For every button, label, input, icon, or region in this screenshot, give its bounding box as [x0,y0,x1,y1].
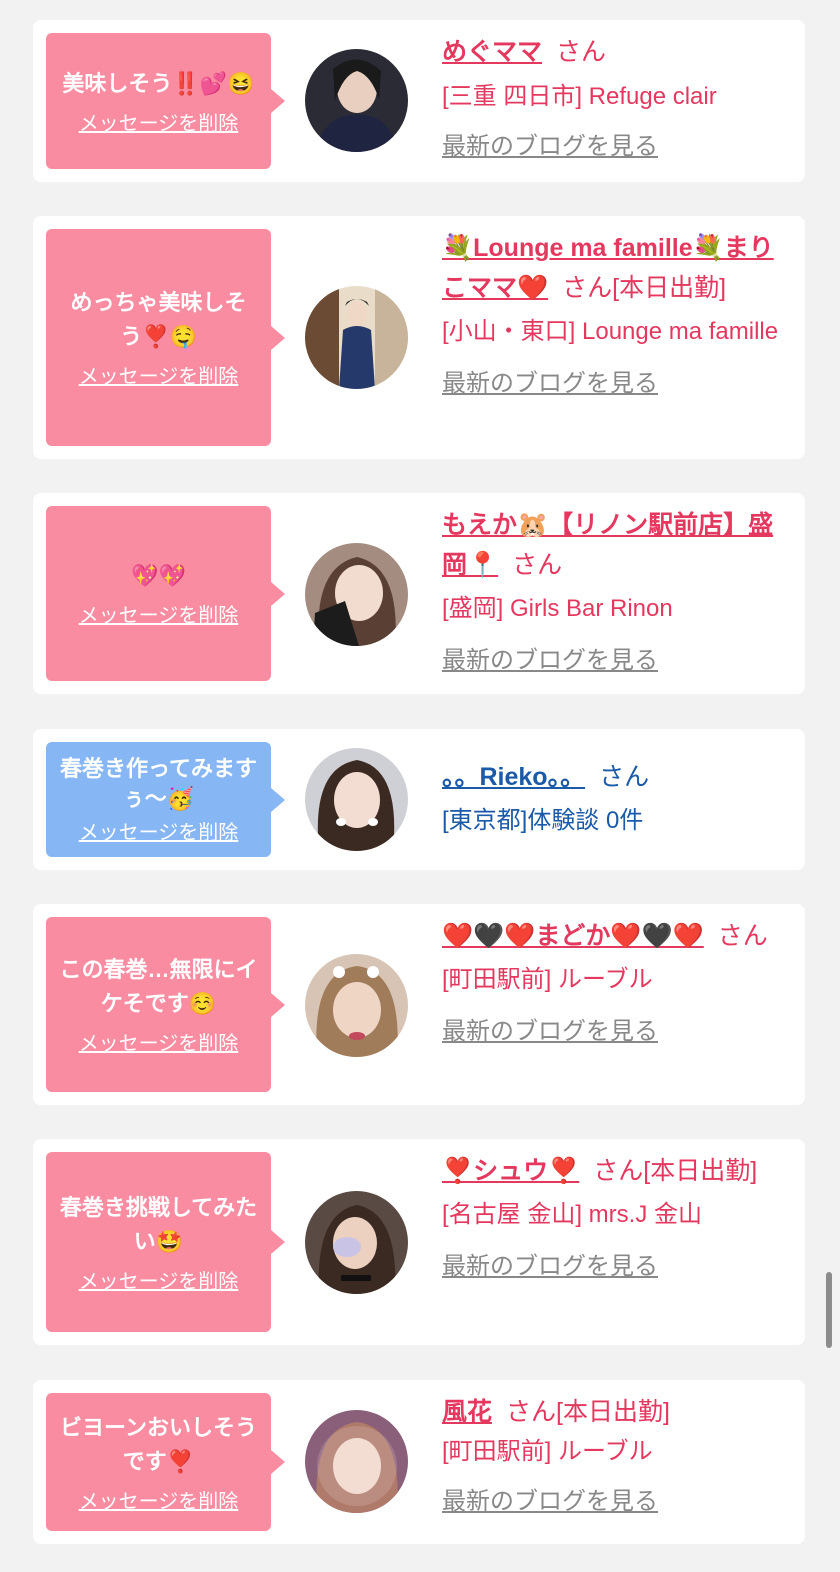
message-text: 春巻き挑戦してみたい🤩 [59,1194,258,1254]
message-card: 美味しそう‼️💕😆 メッセージを削除 めぐママ さん [三重 四日市] Refug… [33,20,805,182]
user-info: ❣️シュウ❣️ さん[本日出勤] [名古屋 金山] mrs.J 金山 最新のブログ… [442,1151,792,1285]
user-suffix: さん[本日出勤] [506,1398,670,1426]
user-suffix: さん [556,38,607,66]
shop-location: [小山・東口] Lounge ma famille [442,318,779,345]
message-card: めっちゃ美味しそう❣️🤤 メッセージを削除 💐Lounge ma famille… [33,216,805,459]
user-name-link[interactable]: ❤️🖤❤️まどか❤️🖤❤️ [442,922,704,950]
user-name-link[interactable]: もえか🐹【リノン駅前店】盛岡📍 [442,511,773,579]
message-bubble: めっちゃ美味しそう❣️🤤 メッセージを削除 [46,229,285,446]
latest-blog-link[interactable]: 最新のブログを見る [442,1014,658,1050]
user-info: ❤️🖤❤️まどか❤️🖤❤️ さん [町田駅前] ルーブル 最新のブログを見る [442,916,792,1050]
latest-blog-link[interactable]: 最新のブログを見る [442,1484,658,1520]
avatar[interactable] [305,49,408,152]
avatar[interactable] [305,286,408,389]
scrollbar-thumb[interactable] [826,1272,832,1348]
review-count: [東京都]体験談 0件 [442,807,644,834]
latest-blog-link[interactable]: 最新のブログを見る [442,366,658,402]
message-bubble: この春巻…無限にイケそです☺️ メッセージを削除 [46,917,285,1092]
message-text: ビヨーンおいしそうです❣️ [60,1414,257,1474]
avatar[interactable] [305,954,408,1057]
delete-message-link[interactable]: メッセージを削除 [79,360,239,389]
user-suffix: さん[本日出勤] [593,1157,758,1185]
avatar[interactable] [305,1191,408,1294]
avatar[interactable] [305,1410,408,1513]
message-card: 春巻き挑戦してみたい🤩 メッセージを削除 ❣️シュウ❣️ さん[本日出勤] [名古… [33,1139,805,1345]
user-suffix: さん [599,763,650,791]
user-name-link[interactable]: 。。Rieko。。 [442,763,585,791]
user-info: 。。Rieko。。 さん [東京都]体験談 0件 [442,757,792,841]
message-bubble: 春巻き作ってみますぅ〜🥳 メッセージを削除 [46,742,285,857]
delete-message-link[interactable]: メッセージを削除 [79,1265,239,1294]
user-name-link[interactable]: ❣️シュウ❣️ [442,1157,579,1185]
message-card: この春巻…無限にイケそです☺️ メッセージを削除 ❤️🖤❤️まどか❤️🖤❤️ さん… [33,904,805,1105]
delete-message-link[interactable]: メッセージを削除 [79,816,239,845]
user-info: もえか🐹【リノン駅前店】盛岡📍 さん [盛岡] Girls Bar Rinon 最… [442,505,792,679]
user-info: 風花 さん[本日出勤] [町田駅前] ルーブル 最新のブログを見る [442,1392,792,1520]
user-suffix: さん [717,922,768,950]
shop-location: [盛岡] Girls Bar Rinon [442,595,673,622]
user-name-link[interactable]: めぐママ [442,38,542,66]
delete-message-link[interactable]: メッセージを削除 [79,107,239,136]
message-bubble: 春巻き挑戦してみたい🤩 メッセージを削除 [46,1152,285,1332]
shop-location: [三重 四日市] Refuge clair [442,83,717,110]
latest-blog-link[interactable]: 最新のブログを見る [442,1249,658,1285]
latest-blog-link[interactable]: 最新のブログを見る [442,129,658,165]
message-bubble: ビヨーンおいしそうです❣️ メッセージを削除 [46,1393,285,1531]
shop-location: [名古屋 金山] mrs.J 金山 [442,1201,702,1228]
avatar[interactable] [305,543,408,646]
delete-message-link[interactable]: メッセージを削除 [79,1485,239,1514]
message-card: ビヨーンおいしそうです❣️ メッセージを削除 風花 さん[本日出勤] [町田駅前]… [33,1380,805,1544]
user-name-link[interactable]: 風花 [442,1398,492,1426]
message-text: 春巻き作ってみますぅ〜🥳 [60,756,257,811]
shop-location: [町田駅前] ルーブル [442,1438,653,1465]
user-suffix: さん[本日出勤] [562,274,727,302]
message-text: 美味しそう‼️💕😆 [62,70,255,96]
shop-location: [町田駅前] ルーブル [442,966,653,993]
message-bubble: 💖💖 メッセージを削除 [46,506,285,681]
user-suffix: さん [512,551,563,579]
message-card: 💖💖 メッセージを削除 もえか🐹【リノン駅前店】盛岡📍 さん [盛岡] Girls… [33,493,805,694]
delete-message-link[interactable]: メッセージを削除 [79,599,239,628]
message-text: この春巻…無限にイケそです☺️ [59,957,258,1016]
avatar[interactable] [305,748,408,851]
user-info: めぐママ さん [三重 四日市] Refuge clair 最新のブログを見る [442,32,792,165]
latest-blog-link[interactable]: 最新のブログを見る [442,643,658,679]
message-text: 💖💖 [131,563,186,588]
user-info: 💐Lounge ma famille💐まりこママ❤️ さん[本日出勤] [小山・東… [442,228,792,402]
message-text: めっちゃ美味しそう❣️🤤 [70,290,247,349]
message-bubble: 美味しそう‼️💕😆 メッセージを削除 [46,33,285,169]
message-card: 春巻き作ってみますぅ〜🥳 メッセージを削除 。。Rieko。。 さん [東京都]体… [33,729,805,870]
delete-message-link[interactable]: メッセージを削除 [79,1027,239,1056]
